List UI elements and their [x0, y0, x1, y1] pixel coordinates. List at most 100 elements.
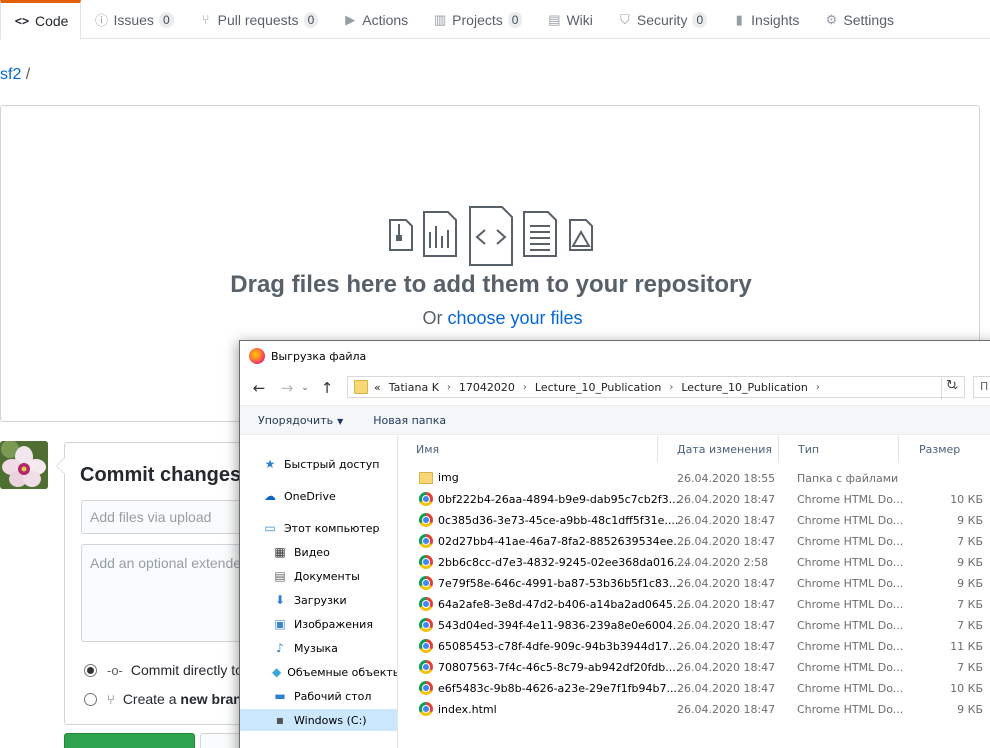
nav-item[interactable]: ▬ Рабочий стол [240, 685, 397, 707]
path-segment[interactable]: Lecture_10_Publication [681, 381, 807, 394]
column-date[interactable]: Дата изменения [658, 436, 779, 462]
file-upload-dialog: Выгрузка файла ← → ⌄ ↑ « Tatiana K › 17042… [239, 340, 990, 748]
git-pull-request-icon: ⑂ [107, 691, 115, 707]
nav-item[interactable]: ⬇ Загрузки [240, 589, 397, 611]
tab-counter: 0 [692, 11, 708, 28]
path-segment[interactable]: Tatiana K [389, 381, 439, 394]
tab-projects[interactable]: ▥ Projects 0 [420, 0, 534, 39]
organize-label: Упорядочить [258, 413, 334, 427]
file-name: index.html [438, 702, 497, 716]
address-path-field[interactable]: « Tatiana K › 17042020 › Lecture_10_Publicat… [347, 376, 965, 398]
firefox-icon [249, 348, 265, 364]
file-row[interactable]: 0bf222b4-26aa-4894-b9e9-dab95c7cb2f3....… [399, 489, 990, 510]
tab-label: Pull requests [217, 11, 299, 28]
column-type[interactable]: Тип [779, 436, 899, 462]
file-row[interactable]: 70807563-7f4c-46c5-8c79-ab942df20fdb....… [399, 657, 990, 678]
pull-request-icon: ⑂ [201, 12, 210, 27]
nav-item[interactable]: ▤ Документы [240, 565, 397, 587]
dialog-toolbar: Упорядочить ▼ Новая папка [240, 405, 990, 435]
chrome-html-icon [419, 618, 433, 632]
dialog-title: Выгрузка файла [271, 349, 367, 363]
tab-label: Projects [452, 11, 503, 28]
file-date: 26.04.2020 18:47 [677, 682, 776, 695]
commit-direct-option[interactable]: -o- Commit directly to [84, 662, 243, 678]
file-row[interactable]: img 26.04.2020 18:55 Папка с файлами [399, 468, 990, 489]
file-row[interactable]: 02d27bb4-41ae-46a7-8fa2-8852639534ee....… [399, 531, 990, 552]
path-overflow[interactable]: « [374, 381, 381, 394]
tab-actions[interactable]: ▶ Actions [330, 0, 420, 39]
issue-icon: ⓘ [94, 13, 108, 28]
nav-item[interactable]: ▣ Изображения [240, 613, 397, 635]
new-folder-button[interactable]: Новая папка [361, 414, 464, 427]
recent-locations-icon[interactable]: ⌄ [298, 383, 312, 393]
chrome-html-icon [419, 534, 433, 548]
navigation-pane: ★ Быстрый доступ ☁ OneDrive ▭ Этот компьютер ▦… [240, 436, 398, 748]
chevron-right-icon[interactable]: › [523, 382, 527, 393]
file-row[interactable]: index.html 26.04.2020 18:47 Chrome HTML Do… [399, 699, 990, 720]
file-name: 70807563-7f4c-46c5-8c79-ab942df20fdb.... [438, 660, 680, 674]
nav-item[interactable]: ♪ Музыка [240, 637, 397, 659]
file-size: 9 КБ [957, 703, 983, 716]
tab-insights[interactable]: ▮ Insights [719, 0, 811, 39]
commit-description-input[interactable]: Add an optional extended description… [81, 544, 261, 642]
file-row[interactable]: 2bb6c8cc-d7e3-4832-9245-02ee368da016....… [399, 552, 990, 573]
file-size: 10 КБ [950, 493, 983, 506]
up-icon[interactable]: ↑ [316, 379, 338, 397]
repo-link[interactable]: sf2 [0, 66, 21, 83]
nav-item-label: Windows (C:) [294, 713, 367, 727]
file-row[interactable]: 7e79f58e-646c-4991-ba87-53b36b5f1c83....… [399, 573, 990, 594]
commit-summary-input[interactable]: Add files via upload [81, 500, 261, 534]
tab-code[interactable]: <> Code [0, 0, 82, 40]
column-size[interactable]: Размер [899, 436, 990, 462]
nav-item[interactable]: ★ Быстрый доступ [240, 453, 397, 475]
file-name: 2bb6c8cc-d7e3-4832-9245-02ee368da016.... [438, 555, 688, 569]
tab-settings[interactable]: ⚙ Settings [811, 0, 906, 39]
folder-icon [354, 380, 368, 394]
file-date: 26.04.2020 18:47 [677, 514, 776, 527]
folder-icon [419, 471, 433, 484]
nav-item[interactable]: ▭ Этот компьютер [240, 517, 397, 539]
nav-item-label: Рабочий стол [294, 689, 372, 703]
file-type: Chrome HTML Do... [797, 556, 904, 569]
tab-wiki[interactable]: ▤ Wiki [534, 0, 604, 39]
file-row[interactable]: 65085453-c78f-4dfe-909c-94b3b3944d17....… [399, 636, 990, 657]
music-icon: ♪ [276, 641, 284, 655]
file-date: 26.04.2020 18:47 [677, 619, 776, 632]
file-row[interactable]: e6f5483c-9b8b-4626-a23e-29e7f1fb94b7....… [399, 678, 990, 699]
file-row[interactable]: 64a2afe8-3e8d-47d2-b406-a14ba2ad0645....… [399, 594, 990, 615]
file-size: 9 КБ [957, 556, 983, 569]
chevron-right-icon[interactable]: › [816, 382, 820, 393]
commit-direct-radio[interactable] [84, 663, 97, 677]
chrome-html-icon [419, 660, 433, 674]
nav-item[interactable]: ◆ Объемные объекты [240, 661, 397, 683]
chevron-down-icon: ▼ [337, 416, 344, 426]
file-row[interactable]: 543d04ed-394f-4e11-9836-239a8e0e6004....… [399, 615, 990, 636]
nav-item-label: Этот компьютер [284, 521, 380, 535]
tab-issues[interactable]: ⓘ Issues 0 [81, 0, 185, 39]
refresh-icon[interactable]: ↻ [941, 378, 961, 400]
column-name[interactable]: Имя [399, 436, 658, 462]
commit-new-branch-option[interactable]: ⑂ Create a new bran [84, 691, 242, 707]
path-segment[interactable]: Lecture_10_Publication [535, 381, 661, 394]
file-type: Chrome HTML Do... [797, 577, 904, 590]
document-icon: ▤ [274, 569, 286, 583]
commit-new-branch-radio[interactable] [84, 692, 97, 706]
path-segment[interactable]: 17042020 [459, 381, 515, 394]
nav-item[interactable]: ▪ Windows (C:) [240, 709, 397, 731]
commit-changes-button[interactable] [64, 733, 195, 748]
tab-security[interactable]: ⛉ Security 0 [605, 0, 719, 39]
search-field[interactable]: П [973, 376, 990, 398]
choose-files-link[interactable]: choose your files [447, 308, 582, 328]
nav-item[interactable]: ▦ Видео [240, 541, 397, 563]
back-icon[interactable]: ← [248, 379, 270, 397]
chevron-right-icon[interactable]: › [447, 382, 451, 393]
tab-label: Issues [113, 11, 154, 28]
chevron-right-icon[interactable]: › [669, 382, 673, 393]
tab-pull-requests[interactable]: ⑂ Pull requests 0 [186, 0, 331, 39]
file-date: 26.04.2020 18:47 [677, 493, 776, 506]
nav-item[interactable]: ☁ OneDrive [240, 485, 397, 507]
file-row[interactable]: 0c385d36-3e73-45ce-a9bb-48c1dff5f31e....… [399, 510, 990, 531]
organize-menu[interactable]: Упорядочить ▼ [240, 414, 361, 427]
forward-icon[interactable]: → [276, 379, 298, 397]
file-date: 26.04.2020 18:47 [677, 703, 776, 716]
